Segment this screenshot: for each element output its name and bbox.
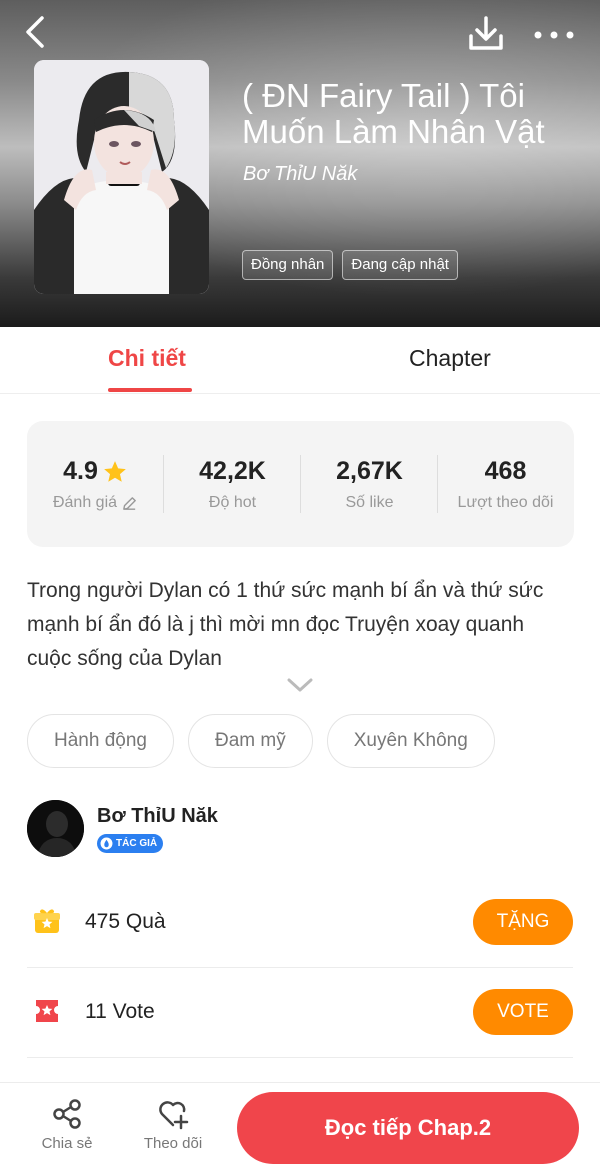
author-badge-label: TÁC GIẢ — [116, 838, 158, 849]
vote-button[interactable]: VOTE — [473, 989, 573, 1035]
star-icon — [104, 460, 126, 482]
continue-reading-button[interactable]: Đọc tiếp Chap.2 — [237, 1092, 579, 1164]
tab-chapter[interactable]: Chapter — [409, 345, 491, 372]
story-title: ( ĐN Fairy Tail ) Tôi Muốn Làm Nhân Vật — [242, 77, 545, 150]
followers-label: Lượt theo dõi — [457, 494, 554, 511]
ticket-icon — [36, 1000, 58, 1022]
follow-label: Theo dõi — [143, 1135, 203, 1152]
rating-label: Đánh giá — [52, 494, 118, 511]
stats-panel: 4.9 Đánh giá 42,2K Độ hot 2,67K Số like … — [27, 421, 574, 547]
genre-chip[interactable]: Đam mỹ — [187, 714, 313, 768]
edit-pencil-icon[interactable] — [121, 495, 138, 512]
share-button[interactable]: Chia sẻ — [27, 1097, 107, 1152]
author-badge: TÁC GIẢ — [97, 834, 164, 853]
story-tags: Đồng nhân Đang cập nhật — [242, 250, 458, 280]
tag-fanfic: Đồng nhân — [242, 250, 334, 280]
drop-icon — [100, 837, 113, 850]
stat-rating[interactable]: 4.9 Đánh giá — [27, 457, 164, 512]
bottom-action-bar: Chia sẻ Theo dõi Đọc tiếp Chap.2 — [0, 1082, 600, 1164]
heart-plus-icon — [159, 1101, 189, 1130]
genre-chip[interactable]: Xuyên Không — [326, 714, 495, 768]
story-author[interactable]: Bơ ThỉU Năk — [243, 163, 357, 186]
followers-value: 468 — [484, 457, 527, 485]
gift-row: 475 Quà TẶNG — [27, 878, 573, 968]
more-icon[interactable] — [532, 20, 576, 50]
author-name[interactable]: Bơ ThỉU Năk — [97, 805, 218, 828]
vote-row: 11 Vote VOTE — [27, 968, 573, 1058]
tag-status: Đang cập nhật — [342, 250, 458, 280]
back-arrow-icon[interactable] — [18, 14, 54, 50]
story-header: ( ĐN Fairy Tail ) Tôi Muốn Làm Nhân Vật … — [0, 0, 600, 327]
cover-image — [34, 60, 209, 294]
vote-count: 11 Vote — [85, 1000, 155, 1023]
tab-bar: Chi tiết Chapter — [0, 327, 600, 394]
hot-label: Độ hot — [208, 494, 257, 511]
likes-label: Số like — [345, 494, 394, 511]
avatar[interactable] — [27, 800, 84, 857]
genre-chip[interactable]: Hành động — [27, 714, 174, 768]
share-icon — [53, 1099, 81, 1129]
story-description: Trong người Dylan có 1 thứ sức mạnh bí ẩ… — [27, 579, 544, 670]
give-gift-button[interactable]: TẶNG — [473, 899, 573, 945]
chevron-down-icon[interactable] — [287, 677, 313, 693]
stat-followers: 468 Lượt theo dõi — [437, 457, 574, 512]
tab-details[interactable]: Chi tiết — [108, 345, 186, 372]
stat-likes: 2,67K Số like — [301, 457, 438, 512]
genre-list: Hành động Đam mỹ Xuyên Không — [27, 714, 495, 768]
author-card[interactable]: Bơ ThỉU Năk TÁC GIẢ — [27, 800, 573, 858]
likes-value: 2,67K — [336, 457, 403, 485]
active-tab-indicator — [108, 388, 192, 392]
gift-icon — [34, 909, 60, 933]
follow-button[interactable]: Theo dõi — [133, 1097, 213, 1152]
hot-value: 42,2K — [199, 457, 266, 485]
download-icon[interactable] — [466, 14, 506, 54]
rating-value: 4.9 — [63, 457, 98, 485]
gift-count: 475 Quà — [85, 910, 166, 933]
stat-hot: 42,2K Độ hot — [164, 457, 301, 512]
share-label: Chia sẻ — [41, 1135, 93, 1152]
